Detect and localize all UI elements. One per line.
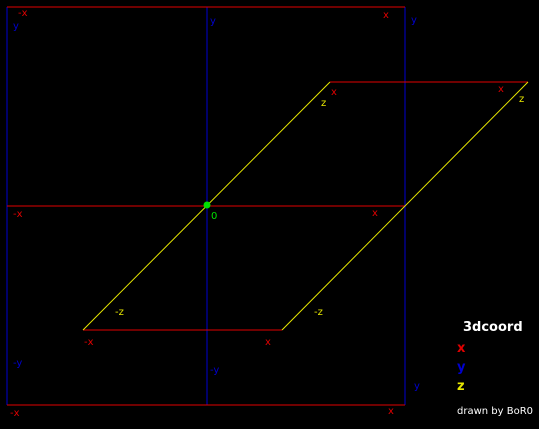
label-x-middle: x [372, 208, 378, 219]
legend-title: 3dcoord [463, 320, 523, 335]
label-neg-x-top: -x [18, 8, 28, 19]
label-z-parallelogram-left: z [321, 98, 326, 109]
label-z-parallelogram-right: z [519, 94, 524, 105]
label-y-top-left: y [13, 21, 19, 32]
label-neg-x-bottom: -x [10, 408, 20, 419]
label-origin: 0 [211, 211, 217, 222]
credit-text: drawn by BoR0 [457, 406, 533, 417]
label-y-top-center: y [210, 16, 216, 27]
label-x-parallelogram-top-right: x [498, 84, 504, 95]
label-x-top: x [383, 10, 389, 21]
label-neg-z-left: -z [115, 307, 124, 318]
origin-point [203, 201, 211, 209]
legend-y: y [457, 360, 466, 375]
label-neg-z-right: -z [314, 307, 323, 318]
label-neg-y-center: -y [210, 365, 219, 376]
coordinate-diagram: -x x -x x x x -x x -x x y y y -y -y y z … [0, 0, 539, 429]
label-x-bottom: x [388, 406, 394, 417]
label-x-parallelogram-bottom: x [265, 337, 271, 348]
label-y-bottom-right: y [414, 381, 420, 392]
label-neg-x-middle: -x [13, 209, 23, 220]
legend-z: z [457, 379, 465, 394]
legend-x: x [457, 341, 466, 356]
label-y-top-right: y [411, 15, 417, 26]
label-neg-x-parallelogram: -x [84, 337, 94, 348]
label-x-parallelogram-top-left: x [331, 87, 337, 98]
label-neg-y-left: -y [13, 358, 22, 369]
